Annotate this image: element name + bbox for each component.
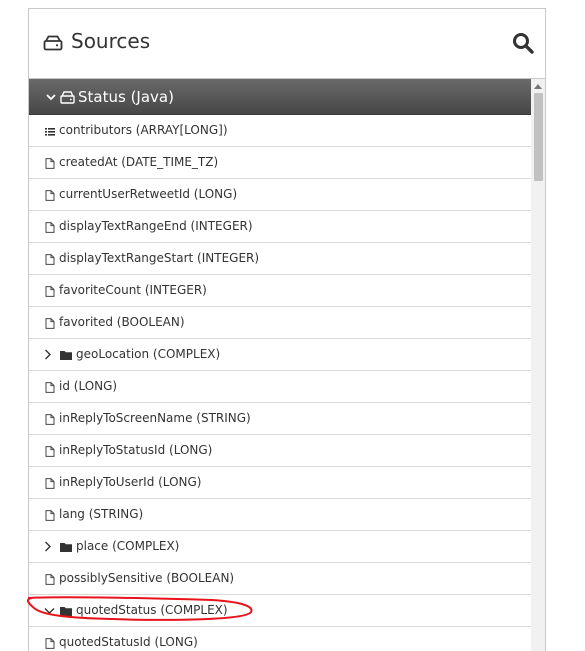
file-icon — [45, 446, 55, 457]
file-icon — [45, 478, 55, 489]
field-list: contributors (ARRAY[LONG]) createdAt (DAT… — [29, 115, 531, 651]
chevron-right-icon[interactable] — [44, 541, 52, 552]
tree-node-label: inReplyToUserId (LONG) — [59, 475, 202, 489]
tree-node-label: inReplyToStatusId (LONG) — [59, 443, 213, 457]
tree-node-field[interactable]: currentUserRetweetId (LONG) — [29, 179, 531, 211]
scroll-thumb[interactable] — [534, 93, 543, 181]
tree-node-complex[interactable]: quotedStatus (COMPLEX) — [29, 595, 531, 627]
file-icon — [45, 158, 55, 169]
file-icon — [45, 510, 55, 521]
file-icon — [45, 190, 55, 201]
file-icon — [45, 574, 55, 585]
search-icon[interactable] — [511, 31, 535, 55]
tree-node-field[interactable]: displayTextRangeStart (INTEGER) — [29, 243, 531, 275]
tree-node-field[interactable]: createdAt (DATE_TIME_TZ) — [29, 147, 531, 179]
file-icon — [45, 254, 55, 265]
tree-node-label: inReplyToScreenName (STRING) — [59, 411, 251, 425]
tree-node-label: quotedStatus (COMPLEX) — [76, 603, 228, 617]
chevron-right-icon[interactable] — [44, 349, 52, 360]
panel-header: Sources — [29, 9, 545, 79]
folder-icon — [60, 543, 72, 552]
folder-icon — [60, 351, 72, 360]
file-icon — [45, 414, 55, 425]
chevron-down-icon[interactable] — [45, 91, 57, 103]
sources-panel: Sources Status (Java) contributors (ARRA… — [28, 8, 546, 651]
tree-node-label: quotedStatusId (LONG) — [59, 635, 198, 649]
tree-node-field[interactable]: inReplyToScreenName (STRING) — [29, 403, 531, 435]
file-icon — [45, 382, 55, 393]
tree-node-field[interactable]: inReplyToStatusId (LONG) — [29, 435, 531, 467]
tree-node-field[interactable]: quotedStatusId (LONG) — [29, 627, 531, 651]
tree-node-field[interactable]: contributors (ARRAY[LONG]) — [29, 115, 531, 147]
panel-title: Sources — [71, 29, 151, 53]
tree-node-field[interactable]: possiblySensitive (BOOLEAN) — [29, 563, 531, 595]
file-icon — [45, 286, 55, 297]
drive-icon — [43, 35, 63, 51]
tree-node-label: currentUserRetweetId (LONG) — [59, 187, 238, 201]
tree-node-label: place (COMPLEX) — [76, 539, 180, 553]
group-status-java[interactable]: Status (Java) — [29, 79, 531, 115]
tree-node-field[interactable]: inReplyToUserId (LONG) — [29, 467, 531, 499]
scrollbar[interactable] — [531, 79, 545, 651]
tree-node-field[interactable]: displayTextRangeEnd (INTEGER) — [29, 211, 531, 243]
file-icon — [45, 638, 55, 649]
tree-node-label: id (LONG) — [59, 379, 118, 393]
tree-node-label: favoriteCount (INTEGER) — [59, 283, 207, 297]
file-icon — [45, 318, 55, 329]
tree-node-label: contributors (ARRAY[LONG]) — [59, 123, 228, 137]
tree-node-label: geoLocation (COMPLEX) — [76, 347, 221, 361]
tree-node-label: createdAt (DATE_TIME_TZ) — [59, 155, 219, 169]
file-icon — [45, 222, 55, 233]
scroll-up-icon[interactable] — [534, 83, 542, 89]
tree-node-field[interactable]: favorited (BOOLEAN) — [29, 307, 531, 339]
tree-node-field[interactable]: favoriteCount (INTEGER) — [29, 275, 531, 307]
tree-node-complex[interactable]: place (COMPLEX) — [29, 531, 531, 563]
tree-node-label: lang (STRING) — [59, 507, 144, 521]
tree-node-field[interactable]: id (LONG) — [29, 371, 531, 403]
tree-node-field[interactable]: lang (STRING) — [29, 499, 531, 531]
tree-node-label: displayTextRangeEnd (INTEGER) — [59, 219, 253, 233]
group-label: Status (Java) — [78, 88, 174, 106]
tree-node-label: possiblySensitive (BOOLEAN) — [59, 571, 235, 585]
tree-node-label: favorited (BOOLEAN) — [59, 315, 185, 329]
tree-node-complex[interactable]: geoLocation (COMPLEX) — [29, 339, 531, 371]
folder-icon — [60, 607, 72, 616]
chevron-down-icon[interactable] — [44, 607, 55, 615]
list-icon — [45, 128, 55, 136]
drive-icon — [60, 91, 75, 104]
source-tree: Status (Java) contributors (ARRAY[LONG])… — [29, 79, 545, 651]
tree-node-label: displayTextRangeStart (INTEGER) — [59, 251, 260, 265]
